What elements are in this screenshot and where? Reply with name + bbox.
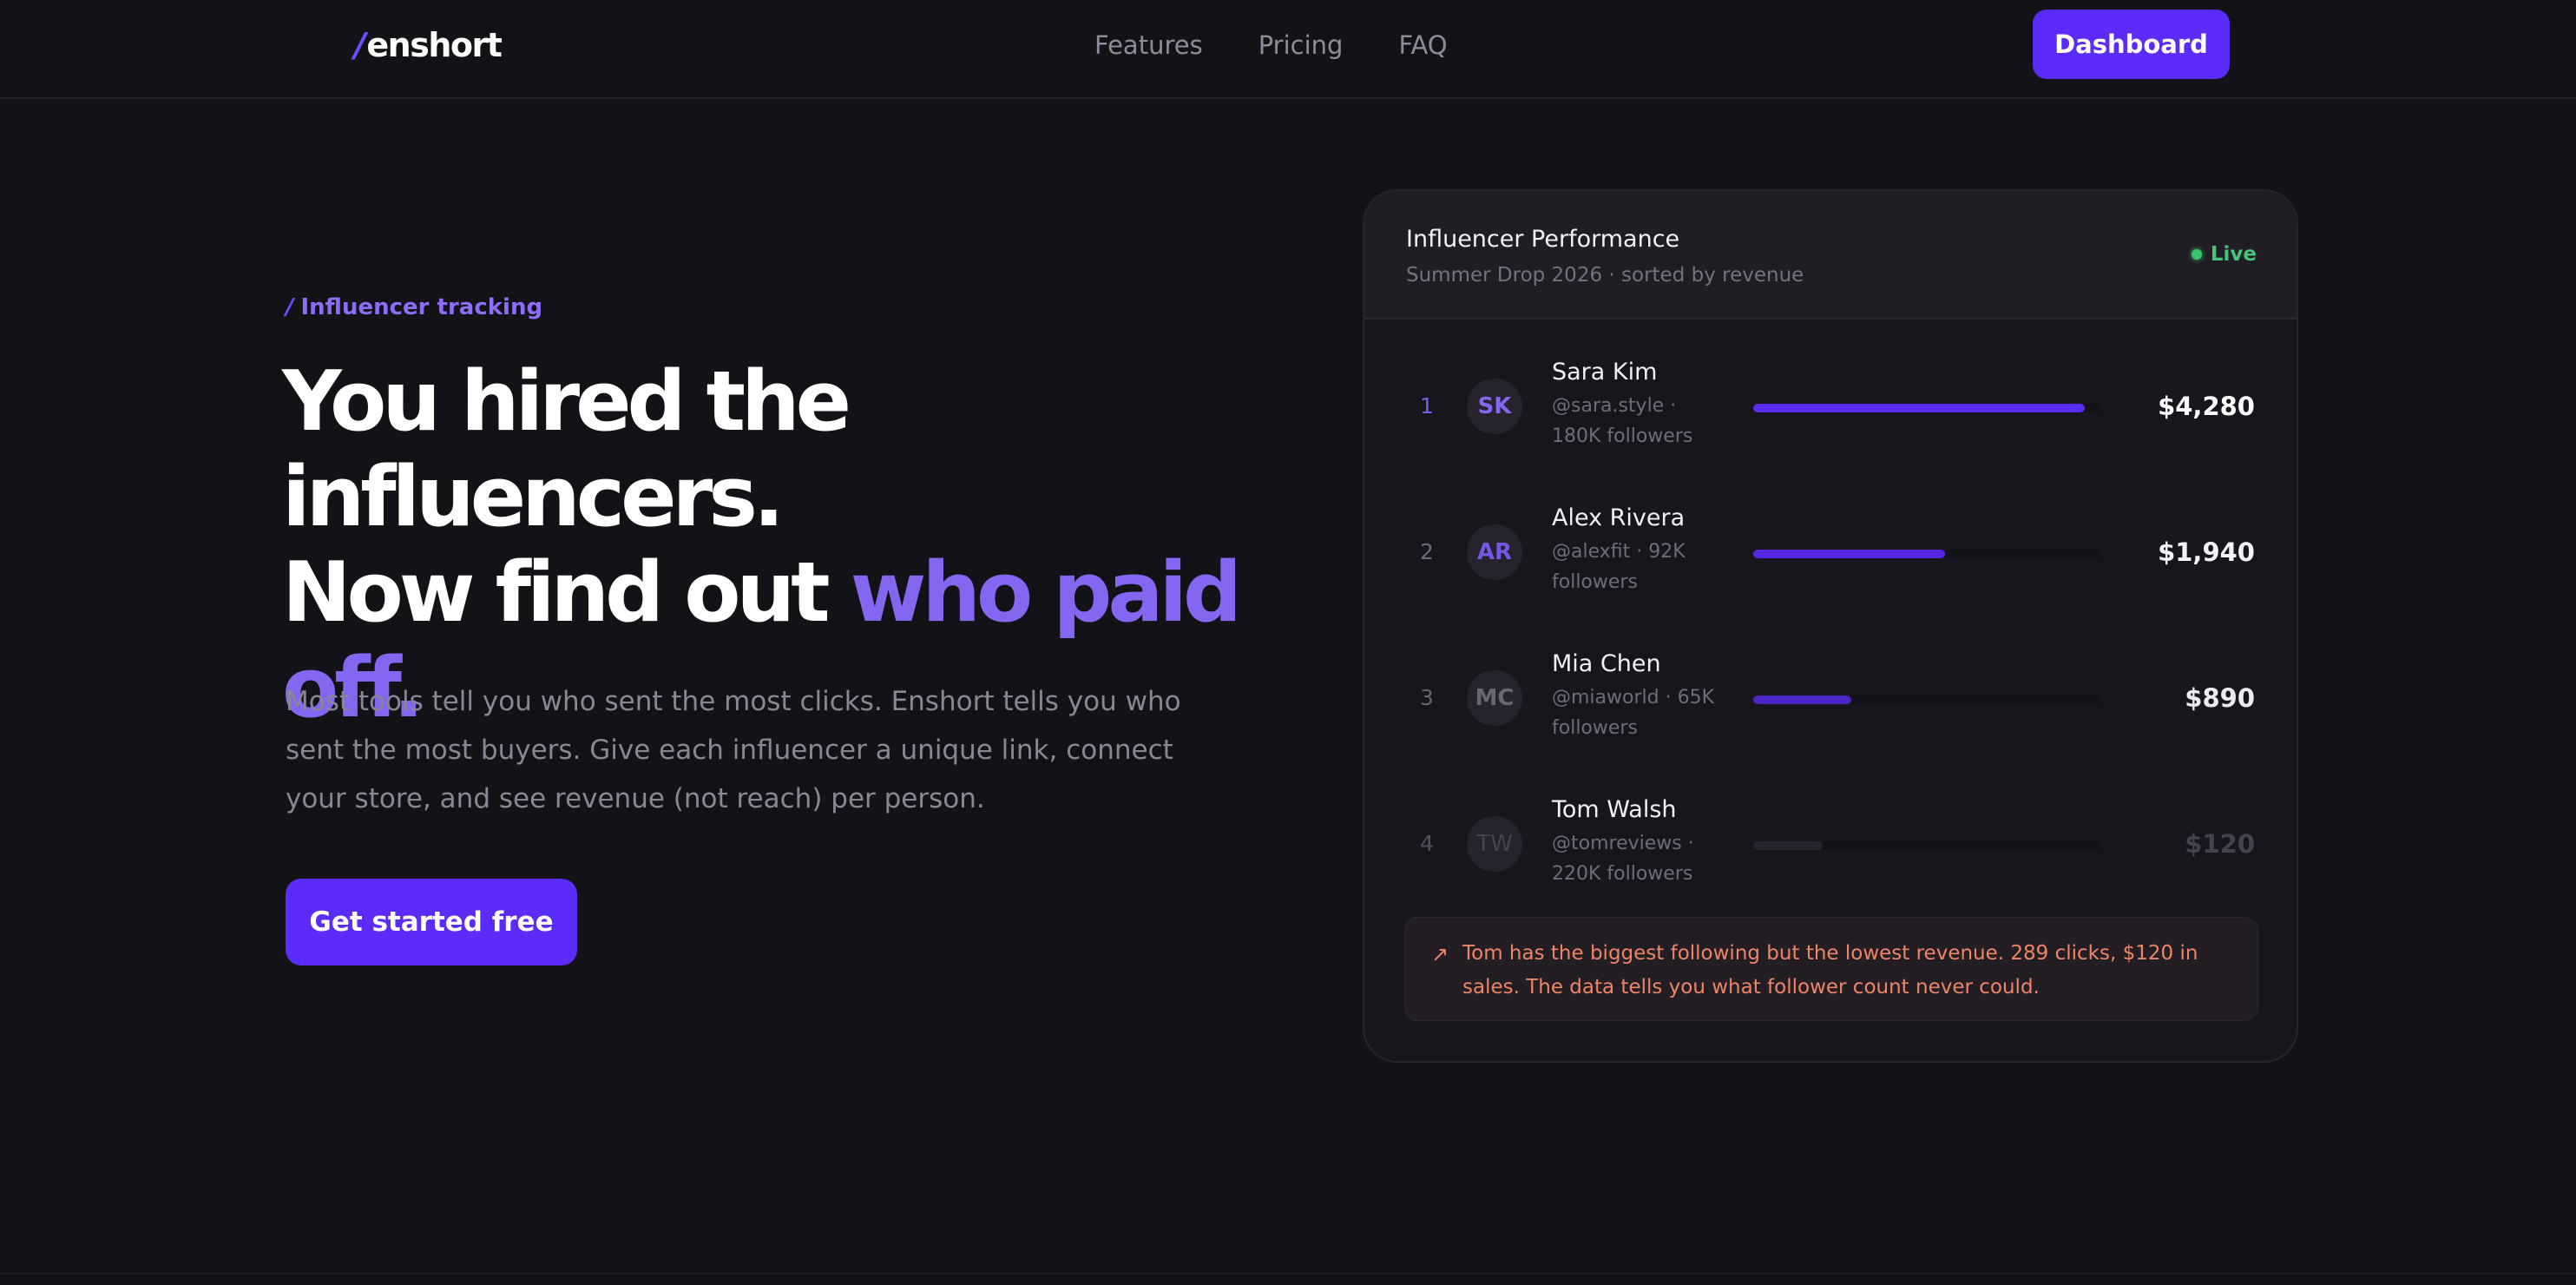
revenue-bar-track [1753, 404, 2102, 412]
card-title: Influencer Performance [1406, 226, 1680, 253]
headline-line-1: You hired the influencers. [282, 354, 851, 545]
logo-text: enshort [366, 26, 503, 64]
divider [0, 1273, 2576, 1275]
row-revenue: $890 [2185, 683, 2255, 713]
revenue-bar-fill [1753, 695, 1851, 704]
revenue-bar-track [1753, 550, 2102, 558]
row-handle: @alexfit · 92K followers [1552, 541, 1686, 593]
avatar: MC [1467, 670, 1522, 726]
row-rank: 1 [1420, 393, 1434, 418]
revenue-bar-fill [1753, 404, 2085, 412]
influencer-row[interactable]: 3 MC Mia Chen @miaworld · 65K followers … [1364, 627, 2297, 773]
dashboard-button[interactable]: Dashboard [2033, 10, 2230, 79]
row-handle: @miaworld · 65K followers [1552, 687, 1714, 739]
live-label: Live [2210, 243, 2257, 266]
insight-note: ↗ Tom has the biggest following but the … [1404, 917, 2258, 1021]
avatar: AR [1467, 524, 1522, 580]
row-rank: 3 [1420, 685, 1434, 710]
influencer-row[interactable]: 2 AR Alex Rivera @alexfit · 92K follower… [1364, 481, 2297, 627]
row-handle: @sara.style · 180K followers [1552, 395, 1693, 447]
avatar: SK [1467, 379, 1522, 434]
row-revenue: $120 [2185, 829, 2255, 859]
logo-slash: / [354, 26, 366, 64]
row-rank: 2 [1420, 539, 1434, 564]
row-rank: 4 [1420, 831, 1434, 856]
eyebrow-text: Influencer tracking [300, 294, 543, 320]
row-name: Tom Walsh [1552, 796, 1677, 823]
get-started-button[interactable]: Get started free [286, 879, 577, 965]
nav-link-faq[interactable]: FAQ [1398, 28, 1447, 63]
revenue-bar-fill [1753, 841, 1824, 850]
eyebrow-slash: / [286, 294, 294, 320]
row-revenue: $1,940 [2158, 537, 2255, 567]
revenue-bar-fill [1753, 550, 1946, 558]
row-name: Mia Chen [1552, 650, 1661, 677]
row-handle: @tomreviews · 220K followers [1552, 833, 1694, 885]
arrow-up-right-icon: ↗ [1431, 942, 1449, 966]
logo[interactable]: /enshort [354, 24, 503, 66]
nav-link-pricing[interactable]: Pricing [1258, 28, 1344, 63]
live-badge: Live [2191, 240, 2257, 269]
eyebrow-label: / Influencer tracking [286, 292, 542, 323]
insight-text: Tom has the biggest following but the lo… [1462, 942, 2198, 998]
revenue-bar-track [1753, 841, 2102, 850]
card-subtitle: Summer Drop 2026 · sorted by revenue [1406, 264, 1804, 287]
row-revenue: $4,280 [2158, 392, 2255, 421]
influencer-performance-card: Influencer Performance Summer Drop 2026 … [1363, 189, 2298, 1063]
headline-line-2: Now find out [282, 545, 851, 641]
live-dot-icon [2191, 249, 2202, 260]
influencer-row[interactable]: 4 TW Tom Walsh @tomreviews · 220K follow… [1364, 773, 2297, 919]
nav-link-features[interactable]: Features [1094, 28, 1203, 63]
row-name: Alex Rivera [1552, 504, 1686, 531]
revenue-bar-track [1753, 695, 2102, 704]
influencer-row[interactable]: 1 SK Sara Kim @sara.style · 180K followe… [1364, 335, 2297, 481]
nav-links: Features Pricing FAQ [1094, 28, 1448, 63]
row-name: Sara Kim [1552, 359, 1658, 386]
avatar: TW [1467, 816, 1522, 872]
card-header: Influencer Performance Summer Drop 2026 … [1364, 191, 2297, 320]
top-nav: /enshort Features Pricing FAQ Dashboard [0, 0, 2576, 99]
hero-subtext: Most tools tell you who sent the most cl… [286, 686, 1181, 814]
